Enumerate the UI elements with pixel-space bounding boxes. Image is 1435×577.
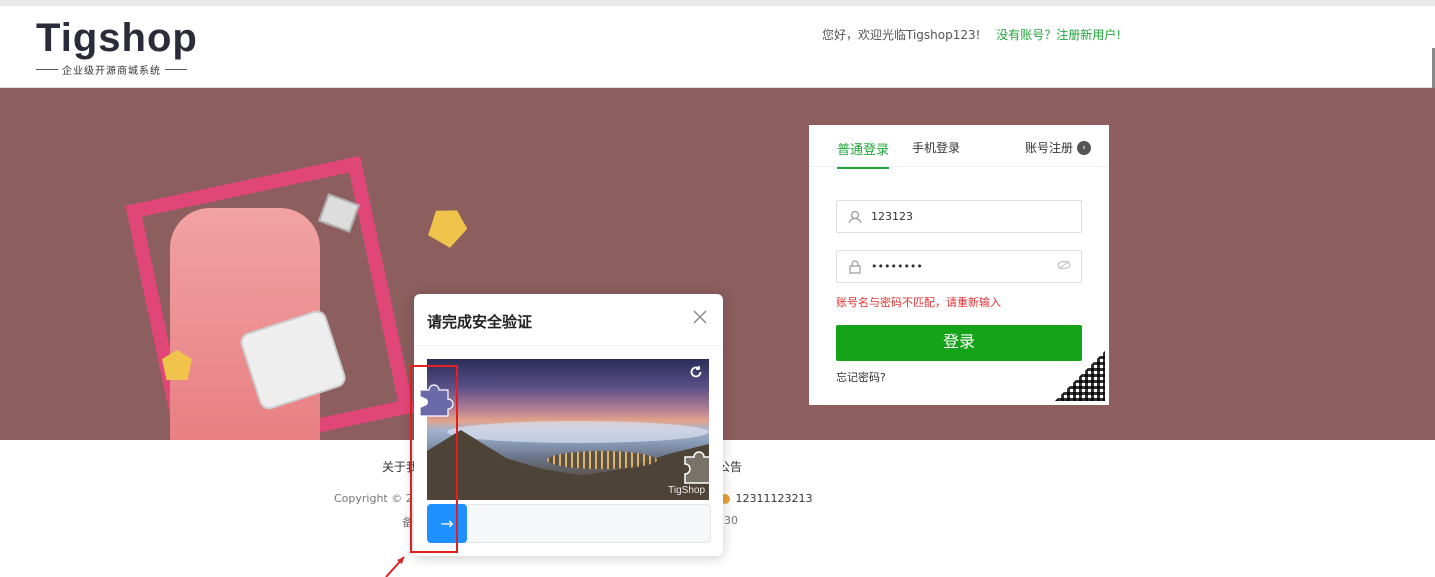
site-logo[interactable]: Tigshop 企业级开源商城系统 xyxy=(36,16,198,77)
dialog-header: 请完成安全验证 xyxy=(414,294,723,346)
register-new-user-link[interactable]: 没有账号？注册新用户! xyxy=(996,28,1121,42)
greeting-area: 您好，欢迎光临Tigshop123! 没有账号？注册新用户! xyxy=(822,26,1121,43)
footer-copyright: Copyright © 2 xyxy=(334,492,413,505)
puzzle-piece[interactable] xyxy=(416,378,460,418)
banner-gem-decoration xyxy=(423,201,472,250)
logo-divider-left xyxy=(36,69,58,70)
eye-off-icon[interactable] xyxy=(1057,260,1071,273)
refresh-icon[interactable] xyxy=(689,365,703,383)
footer-link-about[interactable]: 关于我 xyxy=(382,460,418,474)
lock-icon xyxy=(847,259,863,275)
captcha-watermark: TigShop xyxy=(668,485,705,496)
captcha-image-town-lights xyxy=(547,451,657,469)
captcha-image: TigShop xyxy=(427,359,709,500)
username-field[interactable]: 123123 xyxy=(836,200,1082,233)
login-tabs: 普通登录 手机登录 账号注册 › xyxy=(809,125,1109,169)
footer-phone: 12311123213 xyxy=(720,492,812,505)
account-register-label: 账号注册 xyxy=(1024,141,1073,155)
slider-track[interactable] xyxy=(427,504,711,543)
logo-divider-right xyxy=(165,69,187,70)
top-header: Tigshop 企业级开源商城系统 您好，欢迎光临Tigshop123! 没有账… xyxy=(0,0,1435,98)
close-icon[interactable] xyxy=(693,307,707,327)
username-value: 123123 xyxy=(871,210,913,223)
tab-normal-login[interactable]: 普通登录 xyxy=(837,139,890,169)
slider-handle[interactable]: → xyxy=(427,504,467,543)
chevron-right-icon: › xyxy=(1077,140,1091,155)
password-field[interactable]: •••••••• xyxy=(836,250,1082,283)
footer-phone-number: 12311123213 xyxy=(735,492,813,505)
tab-phone-login[interactable]: 手机登录 xyxy=(912,139,960,156)
footer-links: 关于我 公告 xyxy=(382,458,742,475)
captcha-image-sea xyxy=(447,421,709,443)
footer-record-left: 备 xyxy=(402,516,413,529)
logo-text: Tigshop xyxy=(36,16,198,60)
logo-subtitle-row: 企业级开源商城系统 xyxy=(36,62,198,77)
password-value: •••••••• xyxy=(871,260,923,273)
dialog-title: 请完成安全验证 xyxy=(427,313,533,331)
login-panel: 普通登录 手机登录 账号注册 › 123123 •••••••• 账号名与密码不… xyxy=(809,125,1109,405)
puzzle-target-slot xyxy=(684,451,709,484)
forgot-password-link[interactable]: 忘记密码? xyxy=(836,369,886,385)
login-button[interactable]: 登录 xyxy=(836,325,1082,361)
security-verification-dialog: 请完成安全验证 TigShop → xyxy=(414,294,723,556)
account-register-link[interactable]: 账号注册 › xyxy=(1025,139,1091,156)
login-error-message: 账号名与密码不匹配，请重新输入 xyxy=(836,296,1001,309)
logo-subtitle: 企业级开源商城系统 xyxy=(62,66,161,77)
footer-record-right: 30 xyxy=(724,514,738,527)
user-icon xyxy=(847,209,863,225)
greeting-text: 您好，欢迎光临Tigshop123! xyxy=(822,28,981,42)
